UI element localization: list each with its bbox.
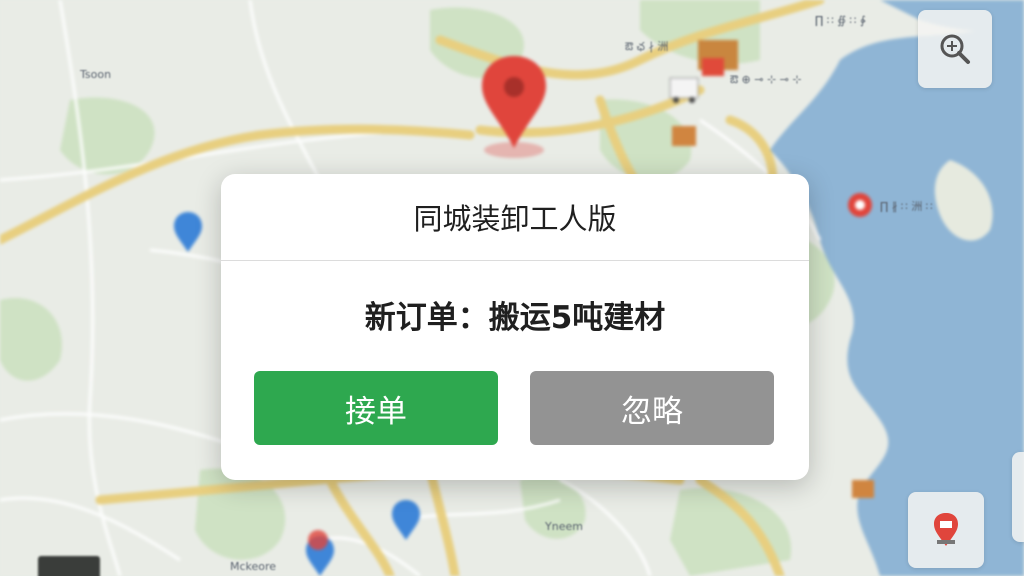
map-label-poi-right: ఔ ⊕ ⊸ ⊹ ⊸ ⊹: [730, 73, 802, 86]
dialog-divider: [221, 260, 809, 261]
map-label-area: Yneem: [545, 520, 583, 533]
map-label-place: ∏ ∦ ∷ 洲 ∷: [880, 200, 933, 213]
map-label-town: Tsoon: [80, 68, 112, 81]
corner-thumbnail[interactable]: [38, 556, 100, 576]
locate-button[interactable]: [908, 492, 984, 568]
map-label-poi-top: ఔ ఛ ∤ 洲: [625, 40, 669, 53]
map-label-district: Mckeore: [230, 560, 277, 573]
map-label-coast: ∏ ∷ ∯ ∷ ∳: [815, 14, 866, 27]
zoom-in-icon: [940, 34, 970, 64]
locate-me-icon: [934, 513, 958, 546]
screen: Tsoon Yneem Mckeore ఔ ఛ ∤ 洲 ఔ ⊕ ⊸ ⊹ ⊸ ⊹ …: [0, 0, 1024, 576]
side-panel-handle[interactable]: [1012, 452, 1024, 542]
accept-order-button[interactable]: 接单: [254, 371, 498, 445]
order-message: 新订单：搬运5吨建材: [364, 299, 666, 336]
new-order-dialog: 同城装卸工人版 新订单：搬运5吨建材 接单 忽略: [221, 174, 809, 480]
dialog-title: 同城装卸工人版: [413, 202, 617, 236]
zoom-button[interactable]: [918, 10, 992, 88]
ignore-order-button[interactable]: 忽略: [530, 371, 774, 445]
